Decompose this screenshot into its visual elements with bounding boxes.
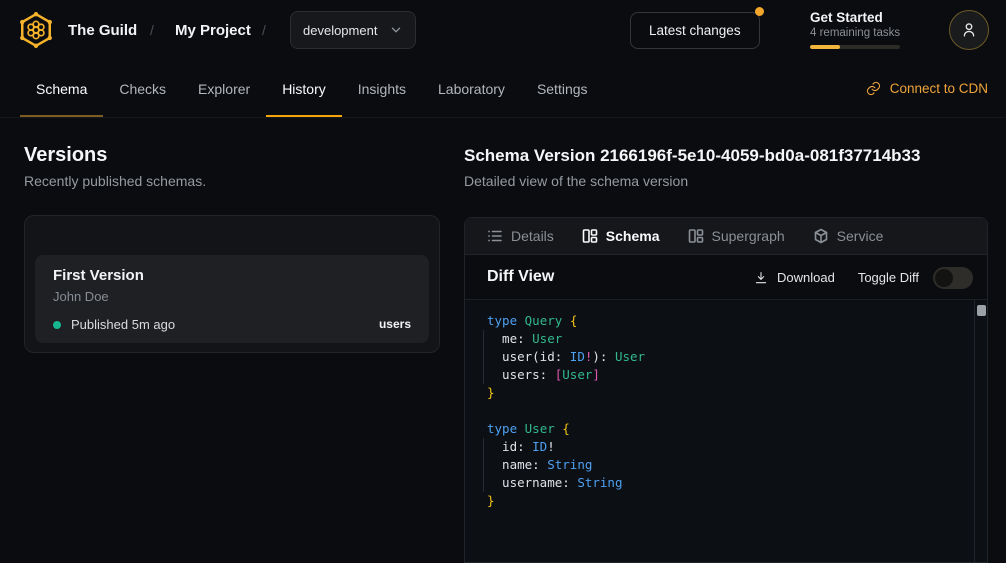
get-started-title: Get Started [810,10,902,25]
schema-version-title: Schema Version 2166196f-5e10-4059-bd0a-0… [464,146,920,166]
detail-tab-label: Schema [606,228,660,244]
connect-to-cdn-link[interactable]: Connect to CDN [865,60,988,117]
link-icon [865,80,882,97]
connect-to-cdn-label: Connect to CDN [890,81,988,96]
toggle-diff-switch[interactable] [933,267,973,289]
download-icon [753,270,769,286]
version-status: Published 5m ago [53,317,175,332]
schema-code-viewer: type Query { me: User user(id: ID!): Use… [465,300,987,562]
schema-version-panel: Details Schema Supergraph Service Diff View… [464,217,988,563]
version-author: John Doe [53,289,109,304]
nav-tab-label: Insights [358,81,406,97]
cube-icon [813,228,829,244]
versions-title: Versions [24,144,107,167]
download-label: Download [777,270,835,285]
code-line: name: String [487,456,645,474]
detail-tabbar: Details Schema Supergraph Service [465,218,987,255]
columns-icon [582,228,598,244]
nav-tab-label: Schema [36,81,87,97]
get-started-progressbar [810,45,900,49]
breadcrumb-org[interactable]: The Guild [68,0,137,60]
nav-tab-explorer[interactable]: Explorer [182,60,266,117]
get-started-progress-fill [810,45,840,49]
target-select-value: development [303,23,377,38]
person-icon [959,20,979,40]
tab-underline [266,115,342,117]
breadcrumb-separator: / [262,0,266,60]
nav-tab-schema[interactable]: Schema [20,60,103,117]
nav-tab-settings[interactable]: Settings [521,60,604,117]
version-status-text: Published 5m ago [71,317,175,332]
code-line: type User { [487,420,645,438]
toggle-diff-label: Toggle Diff [858,270,919,285]
version-name: First Version [53,267,144,284]
diff-view-header: Diff View Download Toggle Diff [465,255,987,300]
latest-changes-button[interactable]: Latest changes [630,12,760,49]
toggle-diff-control: Toggle Diff [858,255,973,300]
nav-tab-label: Explorer [198,81,250,97]
tab-underline [20,115,103,117]
graphql-sdl-code: type Query { me: User user(id: ID!): Use… [487,312,645,510]
scrollbar[interactable] [974,300,987,562]
indent-guide [483,438,484,492]
code-line: } [487,492,645,510]
code-line: username: String [487,474,645,492]
detail-tab-label: Details [511,228,554,244]
nav-tab-laboratory[interactable]: Laboratory [422,60,521,117]
published-dot-icon [53,321,61,329]
versions-subtitle: Recently published schemas. [24,173,206,189]
code-line: me: User [487,330,645,348]
notification-dot [755,7,764,16]
toggle-knob [935,269,953,287]
version-list-item[interactable]: First Version John Doe Published 5m ago … [35,255,429,343]
code-line: users: [User] [487,366,645,384]
user-avatar[interactable] [949,10,989,50]
breadcrumb-separator: / [150,0,154,60]
download-button[interactable]: Download [753,255,835,300]
nav-tab-label: Settings [537,81,588,97]
nav-tab-label: Checks [119,81,166,97]
nav-tab-label: Laboratory [438,81,505,97]
indent-guide [483,330,484,384]
code-line [487,402,645,420]
main-nav-tabs: Schema Checks Explorer History Insights Labor… [20,60,604,117]
detail-tab-label: Supergraph [712,228,785,244]
detail-tab-service[interactable]: Service [813,228,884,244]
detail-tab-schema[interactable]: Schema [582,228,660,244]
detail-tab-label: Service [837,228,884,244]
chevron-down-icon [389,23,403,37]
nav-tab-history[interactable]: History [266,60,342,117]
hive-logo-icon[interactable] [16,10,56,50]
detail-tab-supergraph[interactable]: Supergraph [688,228,785,244]
versions-list-card: First Version John Doe Published 5m ago … [24,215,440,353]
top-header: The Guild / My Project / development Lat… [0,0,1006,60]
nav-tab-label: History [282,81,326,97]
list-icon [487,228,503,244]
code-line: } [487,384,645,402]
target-select[interactable]: development [290,11,416,49]
diff-view-title: Diff View [487,268,554,286]
scrollbar-thumb[interactable] [977,305,986,316]
code-line: id: ID! [487,438,645,456]
nav-tab-checks[interactable]: Checks [103,60,182,117]
code-line: user(id: ID!): User [487,348,645,366]
breadcrumb-project[interactable]: My Project [175,0,251,60]
get-started-subtitle: 4 remaining tasks [810,27,902,39]
detail-tab-details[interactable]: Details [487,228,554,244]
get-started-widget[interactable]: Get Started 4 remaining tasks [810,10,902,49]
code-line: type Query { [487,312,645,330]
columns-icon [688,228,704,244]
version-service-badge: users [379,317,411,331]
nav-tab-insights[interactable]: Insights [342,60,422,117]
schema-version-subtitle: Detailed view of the schema version [464,173,688,189]
main-nav: Schema Checks Explorer History Insights Labor… [0,60,1006,118]
app-window: The Guild / My Project / development Lat… [0,0,1006,563]
